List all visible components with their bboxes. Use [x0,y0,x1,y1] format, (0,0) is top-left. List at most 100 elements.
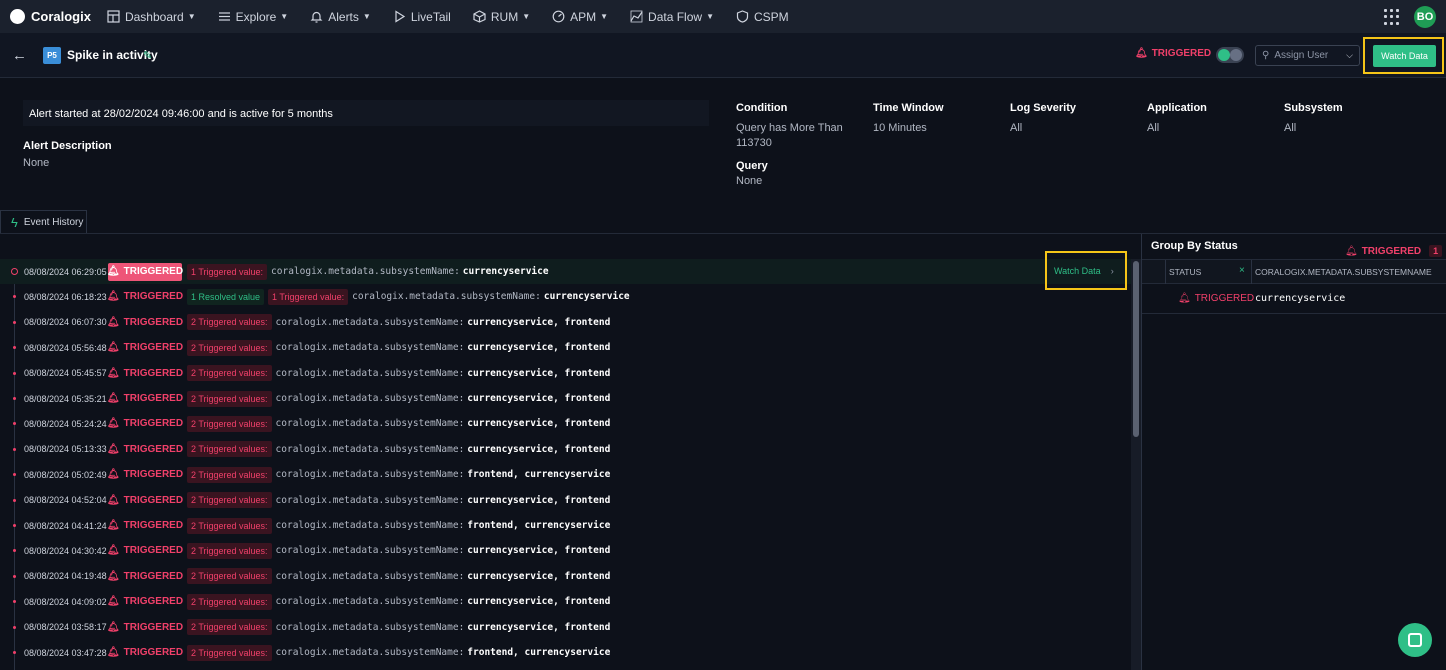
bell-icon: 🔔︎ [106,291,120,303]
status-badge-label: TRIGGERED [123,545,184,557]
event-content: 1 Resolved value 1 Triggered value: coralo… [187,288,630,305]
event-key: coralogix.metadata.subsystemName: [275,545,465,557]
status-badge: 🔔︎ TRIGGERED [107,364,183,382]
bell-icon: 🔔︎ [106,545,120,557]
table-row[interactable]: 08/08/2024 03:58:17 🔔︎ TRIGGERED 2 Triggere… [0,615,1131,640]
event-key: coralogix.metadata.subsystemName: [352,291,541,303]
toggle-bell-indicator [1230,49,1242,61]
application-label: Application [1147,102,1207,114]
column-header-status[interactable]: STATUS [1169,267,1201,277]
nav-explore[interactable]: Explore ▼ [218,10,289,24]
bell-icon: 🔔︎ [106,342,120,354]
bell-icon: 🔔︎ [106,596,120,608]
event-time: 08/08/2024 05:45:57 [24,368,107,379]
nav-apm[interactable]: APM ▼ [552,10,608,24]
chevron-down-icon: ⌵ [1346,50,1353,60]
nav-rum-label: RUM [490,9,519,24]
table-row[interactable]: 08/08/2024 04:19:48 🔔︎ TRIGGERED 2 Triggere… [0,564,1131,589]
status-dropdown[interactable]: 🔔︎ TRIGGERED ⌵ [1135,48,1224,59]
row-status: 🔔︎ TRIGGERED [1178,293,1254,304]
event-key: coralogix.metadata.subsystemName: [275,342,465,354]
table-row[interactable]: 08/08/2024 04:09:02 🔔︎ TRIGGERED 2 Triggere… [0,589,1131,614]
row-subsystem-value: currencyservice [1255,293,1346,304]
status-badge: 🔔︎ TRIGGERED [106,618,183,636]
bell-icon: 🔔︎ [106,621,120,633]
event-content: 2 Triggered values: coralogix.metadata.su… [187,365,611,382]
notification-toggle[interactable] [1216,47,1244,63]
triggered-tag: 2 Triggered values: [187,542,272,559]
status-badge: 🔔︎ TRIGGERED [106,593,183,611]
logo[interactable]: Coralogix [10,9,91,24]
alert-header: ← P5 Spike in activity ✎ 🔔︎ TRIGGERED ⌵ … [0,33,1446,78]
assign-user-select[interactable]: ⚲ Assign User ⌵ [1255,45,1360,66]
table-row[interactable]: 08/08/2024 03:47:28 🔔︎ TRIGGERED 2 Triggere… [0,640,1131,665]
dashboard-icon [107,10,120,23]
event-time: 08/08/2024 06:29:05 [24,266,107,277]
event-values: currencyservice, frontend [467,367,611,379]
nav-livetail[interactable]: LiveTail [393,10,451,24]
table-row[interactable]: 08/08/2024 05:56:48 🔔︎ TRIGGERED 2 Triggere… [0,335,1131,360]
table-row[interactable]: 08/08/2024 04:52:04 🔔︎ TRIGGERED 2 Triggere… [0,488,1131,513]
chevron-down-icon: ▼ [280,12,289,21]
triggered-tag: 2 Triggered values: [187,568,272,585]
event-values: currencyservice, frontend [467,570,611,582]
event-values: currencyservice, frontend [467,621,611,633]
status-badge: 🔔︎ TRIGGERED [107,644,183,662]
chevron-down-icon: ▼ [600,12,609,21]
table-row[interactable]: 08/08/2024 05:13:33 🔔︎ TRIGGERED 2 Triggere… [0,437,1131,462]
gauge-icon [552,10,565,23]
event-time: 08/08/2024 04:19:48 [24,571,107,582]
table-row[interactable]: 08/08/2024 05:45:57 🔔︎ TRIGGERED 2 Triggere… [0,361,1131,386]
timeline-dot [13,473,16,477]
event-key: coralogix.metadata.subsystemName: [275,469,465,481]
status-badge: 🔔︎ TRIGGERED [107,466,183,484]
watch-data-button[interactable]: Watch Data [1373,45,1436,67]
priority-badge: P5 [43,47,61,64]
event-values: currencyservice, frontend [467,545,611,557]
bell-icon: 🔔︎ [106,443,120,455]
lightning-icon: ϟ [11,215,18,230]
nav-apm-label: APM [570,9,597,24]
row-watch-data-button[interactable]: Watch Data › [1045,251,1127,290]
application-value: All [1147,122,1160,134]
event-key: coralogix.metadata.subsystemName: [275,520,465,531]
table-row[interactable]: 🔔︎ TRIGGERED currencyservice [1142,284,1446,314]
table-row[interactable]: 08/08/2024 05:35:21 🔔︎ TRIGGERED 2 Triggere… [0,386,1131,411]
back-arrow-icon[interactable]: ← [12,47,27,64]
event-key: coralogix.metadata.subsystemName: [275,367,465,379]
tab-event-history[interactable]: ϟ Event History [0,210,87,234]
edit-pencil-icon[interactable]: ✎ [143,49,152,62]
scrollbar-thumb[interactable] [1133,261,1139,437]
application-field: Application All [1147,102,1207,136]
apps-grid-icon[interactable] [1384,9,1400,25]
avatar[interactable]: BO [1414,6,1436,28]
table-row[interactable]: 08/08/2024 06:07:30 🔔︎ TRIGGERED 2 Triggere… [0,310,1131,335]
bell-icon: 🔔︎ [106,570,120,582]
column-header-subsystem[interactable]: CORALOGIX.METADATA.SUBSYSTEMNAME [1255,267,1432,277]
table-row[interactable]: 08/08/2024 05:02:49 🔔︎ TRIGGERED 2 Triggere… [0,462,1131,487]
nav-cspm[interactable]: CSPM [736,10,789,24]
alert-description-label: Alert Description [23,140,112,152]
triggered-tag: 2 Triggered values: [187,466,272,483]
group-status-label: TRIGGERED [1361,245,1422,257]
event-time: 08/08/2024 03:58:17 [24,622,107,633]
clear-filter-icon[interactable]: × [1239,265,1245,276]
nav-alerts[interactable]: Alerts ▼ [310,10,371,24]
event-content: 2 Triggered values: coralogix.metadata.su… [187,441,610,458]
nav-dashboard[interactable]: Dashboard ▼ [107,10,196,24]
nav-data-flow[interactable]: Data Flow ▼ [630,10,714,24]
subsystem-label: Subsystem [1284,102,1343,114]
bell-icon: 🔔︎ [106,520,120,531]
cube-icon [473,10,486,23]
chat-support-button[interactable] [1398,623,1432,657]
nav-rum[interactable]: RUM ▼ [473,10,530,24]
table-row[interactable]: 08/08/2024 04:41:24 🔔︎ TRIGGERED 2 Triggere… [0,513,1131,538]
table-row[interactable]: 08/08/2024 06:18:23 🔔︎ TRIGGERED 1 Resolved… [0,284,1131,309]
event-list-scrollbar[interactable] [1131,259,1141,670]
triggered-tag: 2 Triggered values: [187,415,272,432]
table-row[interactable]: 08/08/2024 04:30:42 🔔︎ TRIGGERED 2 Triggere… [0,538,1131,563]
condition-label: Condition [736,102,788,114]
table-row[interactable]: 08/08/2024 05:24:24 🔔︎ TRIGGERED 2 Triggere… [0,411,1131,436]
table-row[interactable]: 08/08/2024 06:29:05 🔔︎ TRIGGERED 1 Triggere… [0,259,1131,284]
status-badge: 🔔︎ TRIGGERED [107,390,183,408]
